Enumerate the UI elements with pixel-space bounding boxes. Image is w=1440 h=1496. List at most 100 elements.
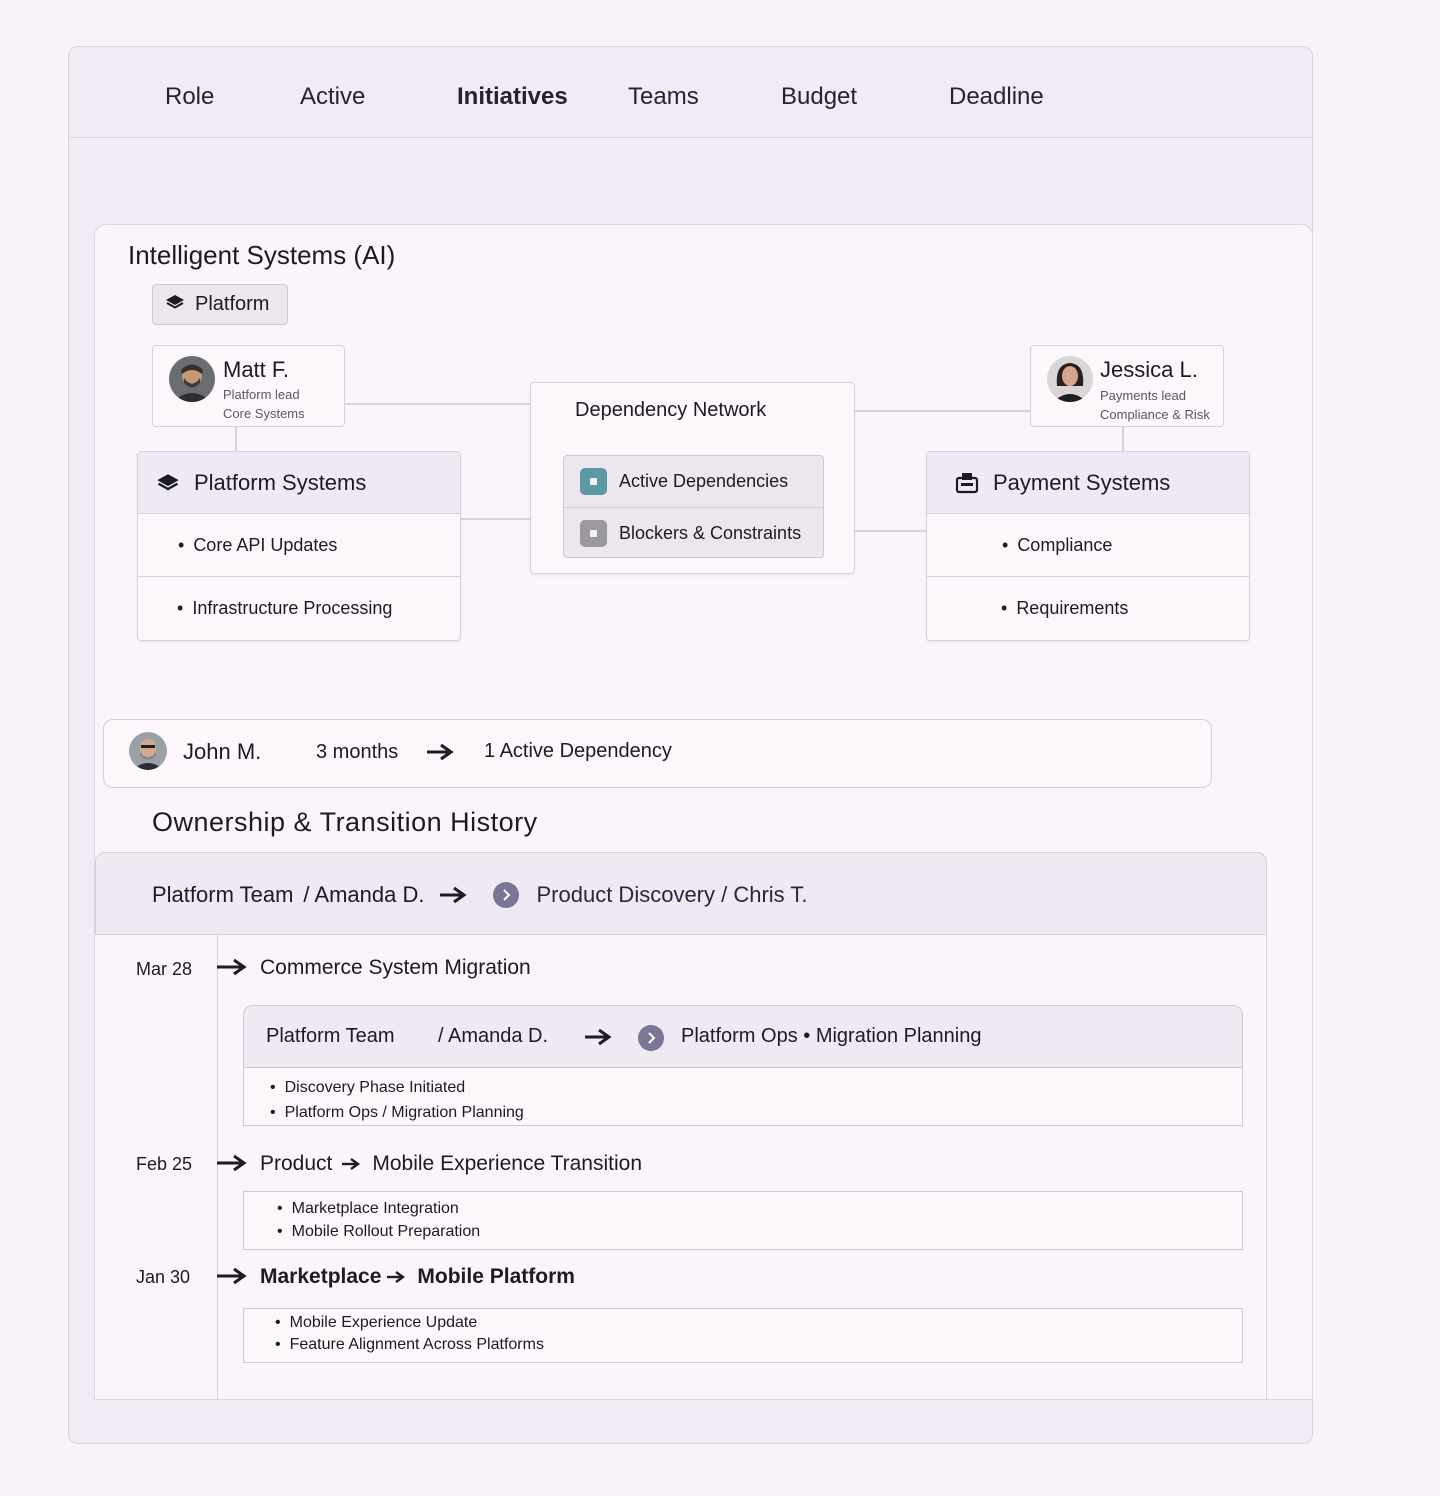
- arrow-right-icon: [439, 885, 467, 905]
- person-card-jessica[interactable]: Jessica L. Payments lead Compliance & Ri…: [1030, 345, 1224, 427]
- entry-detail-card: Marketplace Integration Mobile Rollout P…: [243, 1191, 1243, 1250]
- tab-teams[interactable]: Teams: [628, 83, 699, 111]
- from-team: Platform Team: [152, 882, 294, 907]
- entry-to: Mobile Experience Transition: [372, 1152, 643, 1175]
- list-item[interactable]: Compliance: [927, 514, 1249, 576]
- entry-items: Mobile Experience Update Feature Alignme…: [275, 1312, 544, 1356]
- arrow-right-icon: [387, 1270, 406, 1284]
- entry-items: Discovery Phase Initiated Platform Ops /…: [270, 1075, 524, 1125]
- tab-bar: Role Active Initiatives Teams Budget Dea…: [69, 47, 1312, 138]
- list-item-label: Compliance: [1017, 534, 1113, 555]
- list-item-label: Mobile Experience Update: [289, 1314, 478, 1331]
- history-header: Platform Team / Amanda D. Product Discov…: [95, 852, 1267, 935]
- transition-card[interactable]: Platform Team / Amanda D. Platform Ops •…: [243, 1005, 1243, 1126]
- dependency-network-card[interactable]: Dependency Network Active Dependencies B…: [530, 382, 855, 574]
- arrow-right-icon: [217, 1153, 247, 1178]
- platform-chip[interactable]: Platform: [152, 284, 288, 325]
- history-title: Ownership & Transition History: [152, 807, 538, 837]
- dependency-item-active[interactable]: Active Dependencies: [564, 456, 823, 507]
- entry-items: Marketplace Integration Mobile Rollout P…: [277, 1197, 481, 1243]
- entry-title[interactable]: Product Mobile Experience Transition: [260, 1152, 642, 1176]
- person-team: Core Systems: [223, 406, 305, 421]
- avatar: [169, 356, 215, 402]
- dependency-label: Blockers & Constraints: [619, 522, 802, 543]
- entry-date: Mar 28: [136, 959, 193, 979]
- from-team: Platform Team: [266, 1025, 395, 1047]
- list-item[interactable]: Infrastructure Processing: [138, 576, 460, 640]
- list-item: Mobile Experience Update: [275, 1312, 544, 1334]
- chevron-right-icon[interactable]: [638, 1025, 664, 1051]
- list-item-label: Mobile Rollout Preparation: [291, 1223, 481, 1240]
- list-item: Mobile Rollout Preparation: [277, 1220, 481, 1243]
- payment-systems-card[interactable]: Payment Systems Compliance Requirements: [926, 451, 1250, 641]
- from-person: / Amanda D.: [303, 882, 425, 907]
- platform-systems-header: Platform Systems: [138, 452, 460, 514]
- entry-from: Product: [260, 1152, 333, 1175]
- platform-systems-title: Platform Systems: [194, 469, 367, 495]
- list-item-label: Marketplace Integration: [291, 1200, 459, 1217]
- person-team: Compliance & Risk: [1100, 407, 1210, 422]
- platform-systems-card[interactable]: Platform Systems Core API Updates Infras…: [137, 451, 461, 641]
- transition-card-header: Platform Team / Amanda D. Platform Ops •…: [244, 1006, 1242, 1068]
- connector-line: [235, 426, 237, 451]
- list-item[interactable]: Core API Updates: [138, 514, 460, 576]
- status-square-icon: [580, 468, 607, 495]
- payment-systems-title: Payment Systems: [993, 469, 1171, 495]
- owner-duration: 3 months: [316, 741, 399, 763]
- arrow-right-icon: [426, 742, 454, 767]
- tab-active[interactable]: Active: [300, 83, 365, 111]
- arrow-right-icon: [217, 957, 247, 982]
- list-item-label: Requirements: [1016, 598, 1129, 618]
- list-item-label: Infrastructure Processing: [192, 598, 393, 618]
- tab-initiatives[interactable]: Initiatives: [457, 83, 568, 111]
- person-role: Platform lead: [223, 387, 300, 402]
- list-item[interactable]: Requirements: [927, 576, 1249, 640]
- chevron-right-icon[interactable]: [492, 882, 519, 908]
- history-timeline: Mar 28 Commerce System Migration Platfor…: [95, 934, 1267, 1401]
- history-header-row: Platform Team / Amanda D. Product Discov…: [152, 882, 808, 908]
- owner-dependency: 1 Active Dependency: [484, 740, 672, 762]
- dependency-network-title: Dependency Network: [575, 399, 767, 421]
- person-name: Jessica L.: [1100, 357, 1198, 382]
- tab-budget[interactable]: Budget: [781, 83, 857, 111]
- person-role: Payments lead: [1100, 388, 1186, 403]
- entry-title[interactable]: Commerce System Migration: [260, 956, 531, 980]
- list-item-label: Core API Updates: [193, 534, 338, 555]
- platform-chip-label: Platform: [195, 293, 270, 315]
- connector-line: [855, 530, 926, 532]
- list-item-label: Feature Alignment Across Platforms: [289, 1336, 544, 1353]
- tab-deadline[interactable]: Deadline: [949, 83, 1044, 111]
- avatar: [1047, 356, 1093, 402]
- layers-icon: [156, 473, 180, 492]
- arrow-right-icon: [217, 1266, 247, 1291]
- dependency-label: Active Dependencies: [619, 471, 789, 491]
- entry-date: Jan 30: [136, 1267, 191, 1287]
- list-item: Marketplace Integration: [277, 1197, 480, 1220]
- owner-name: John M.: [183, 739, 262, 764]
- entry-from: Marketplace: [260, 1265, 382, 1288]
- entry-title[interactable]: Marketplace Mobile Platform: [260, 1265, 575, 1289]
- person-name: Matt F.: [223, 357, 290, 382]
- to-team: Product Discovery / Chris T.: [536, 882, 808, 907]
- entry-date: Feb 25: [136, 1154, 193, 1174]
- entry-to: Mobile Platform: [417, 1265, 575, 1288]
- status-square-icon: [580, 519, 607, 547]
- dependency-item-blockers[interactable]: Blockers & Constraints: [564, 507, 823, 558]
- list-item: Discovery Phase Initiated: [270, 1075, 524, 1100]
- tab-role[interactable]: Role: [165, 83, 214, 111]
- dependency-list: Active Dependencies Blockers & Constrain…: [563, 455, 824, 558]
- connector-line: [345, 403, 531, 405]
- arrow-right-icon: [342, 1157, 361, 1171]
- connector-line: [855, 410, 1031, 412]
- register-icon: [955, 472, 979, 494]
- avatar: [129, 732, 167, 770]
- list-item: Feature Alignment Across Platforms: [275, 1334, 544, 1356]
- initiative-card: Intelligent Systems (AI) Platform Matt F…: [94, 224, 1313, 1401]
- person-card-matt[interactable]: Matt F. Platform lead Core Systems: [152, 345, 345, 427]
- section-title: Intelligent Systems (AI): [128, 240, 396, 270]
- owner-summary-bar[interactable]: John M. 3 months 1 Active Dependency: [103, 719, 1212, 788]
- arrow-right-icon: [584, 1027, 612, 1052]
- to-team: Platform Ops • Migration Planning: [681, 1025, 982, 1047]
- connector-line: [1122, 426, 1124, 451]
- list-item-label: Discovery Phase Initiated: [284, 1079, 466, 1096]
